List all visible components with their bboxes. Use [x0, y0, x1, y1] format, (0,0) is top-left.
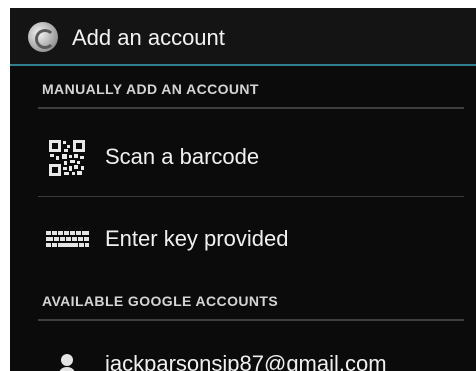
google-account-label: jackparsonsjp87@gmail.com [105, 351, 387, 371]
qr-code-icon [48, 139, 86, 177]
keyboard-icon [46, 231, 89, 247]
enter-key-item[interactable]: Enter key provided [10, 204, 476, 276]
page-title: Add an account [72, 25, 225, 50]
section-divider [38, 107, 464, 109]
person-icon [59, 354, 75, 371]
google-account-item[interactable]: jackparsonsjp87@gmail.com [10, 338, 476, 371]
scan-barcode-label: Scan a barcode [105, 144, 260, 169]
section-header-google: AVAILABLE GOOGLE ACCOUNTS [42, 293, 279, 309]
item-divider [38, 196, 464, 197]
scan-barcode-item[interactable]: Scan a barcode [10, 120, 476, 194]
section-header-manual: MANUALLY ADD AN ACCOUNT [42, 81, 259, 97]
app-icon-swirl [35, 29, 55, 49]
enter-key-label: Enter key provided [105, 226, 289, 251]
authenticator-app-icon[interactable] [28, 22, 58, 52]
screen: Add an account MANUALLY ADD AN ACCOUNT S… [10, 8, 476, 371]
action-bar: Add an account [10, 8, 476, 66]
action-bar-divider [10, 64, 476, 66]
section-divider [38, 319, 464, 321]
